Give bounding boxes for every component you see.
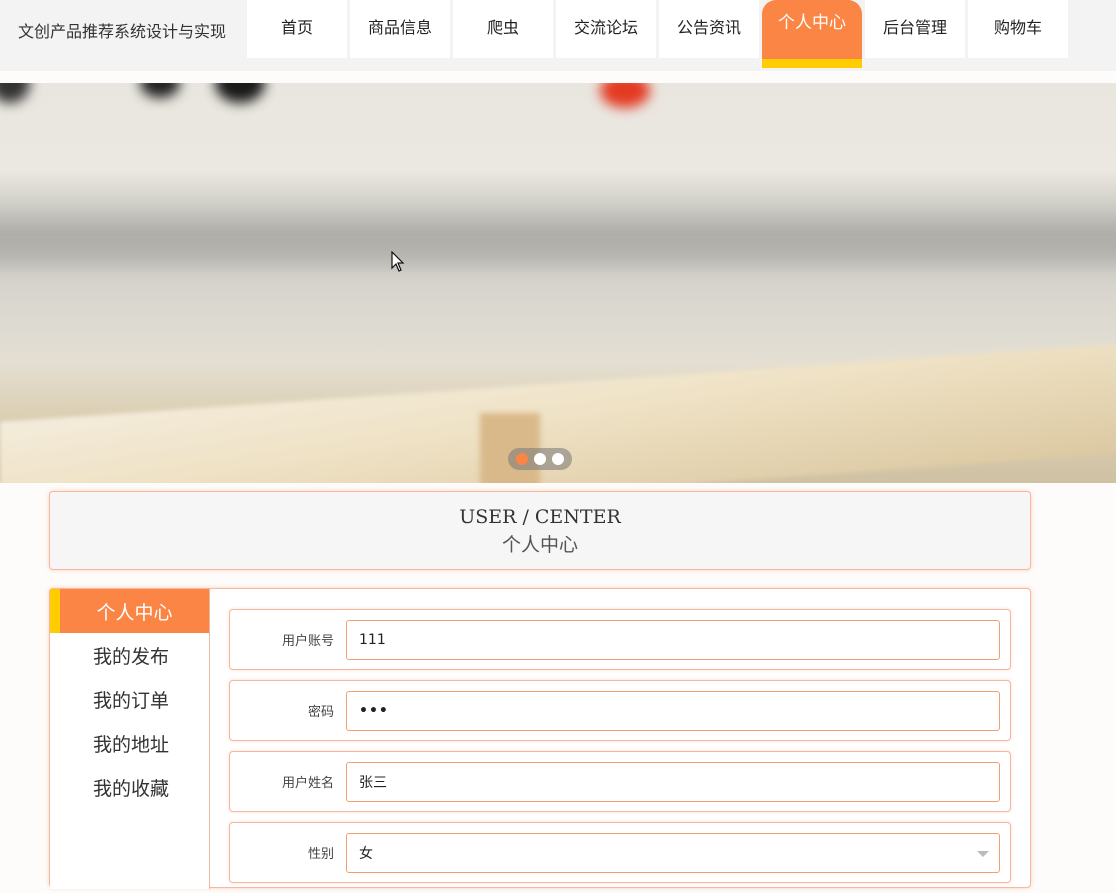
section-title-cn: 个人中心 — [501, 534, 578, 556]
sidebar-item-my-favorites[interactable]: 我的收藏 — [50, 765, 209, 809]
account-input[interactable]: 111 — [346, 620, 1000, 660]
chevron-down-icon — [977, 851, 989, 857]
sidebar-menu: 个人中心 我的发布 我的订单 我的地址 我的收藏 — [50, 589, 210, 889]
banner-carousel[interactable] — [0, 83, 1116, 483]
gender-label: 性别 — [307, 846, 334, 862]
nav-products[interactable]: 商品信息 — [350, 0, 450, 58]
password-input[interactable]: ••• — [346, 691, 1000, 731]
form-row-name: 用户姓名 张三 — [229, 751, 1011, 812]
banner-decoration — [0, 83, 30, 103]
nav-user-center[interactable]: 个人中心 — [762, 0, 862, 68]
banner-decoration — [215, 83, 265, 103]
carousel-dot-2[interactable] — [534, 453, 546, 465]
password-label: 密码 — [307, 704, 334, 720]
carousel-dots — [508, 448, 572, 470]
banner-decoration — [600, 83, 650, 108]
sidebar-item-my-posts[interactable]: 我的发布 — [50, 633, 209, 677]
sidebar-item-my-orders[interactable]: 我的订单 — [50, 677, 209, 721]
gender-select-value: 女 — [359, 846, 373, 862]
gender-select[interactable]: 女 — [346, 833, 1000, 873]
top-bar: 文创产品推荐系统设计与实现 首页 商品信息 爬虫 交流论坛 公告资讯 个人中心 … — [0, 0, 1116, 71]
nav-admin[interactable]: 后台管理 — [865, 0, 965, 58]
form-row-account: 用户账号 111 — [229, 609, 1011, 670]
mouse-cursor-icon — [391, 251, 405, 272]
name-label: 用户姓名 — [281, 775, 334, 791]
profile-form: 用户账号 111 密码 ••• 用户姓名 张三 性别 女 — [229, 609, 1011, 893]
sidebar-head[interactable]: 个人中心 — [50, 589, 209, 633]
nav-home[interactable]: 首页 — [247, 0, 347, 58]
nav-crawler[interactable]: 爬虫 — [453, 0, 553, 58]
nav-news[interactable]: 公告资讯 — [659, 0, 759, 58]
banner-shelf — [0, 223, 1116, 263]
name-input[interactable]: 张三 — [346, 762, 1000, 802]
section-header: USER / CENTER 个人中心 — [49, 491, 1031, 570]
form-row-password: 密码 ••• — [229, 680, 1011, 741]
account-label: 用户账号 — [281, 633, 334, 649]
sidebar-item-my-address[interactable]: 我的地址 — [50, 721, 209, 765]
banner-decoration — [140, 83, 180, 98]
section-title-en: USER / CENTER — [459, 506, 621, 528]
carousel-dot-1[interactable] — [516, 453, 528, 465]
carousel-dot-3[interactable] — [552, 453, 564, 465]
form-row-gender: 性别 女 — [229, 822, 1011, 883]
main-nav: 首页 商品信息 爬虫 交流论坛 公告资讯 个人中心 后台管理 购物车 — [247, 0, 1071, 68]
user-center-panel: 个人中心 我的发布 我的订单 我的地址 我的收藏 用户账号 111 密码 •••… — [49, 588, 1031, 889]
nav-forum[interactable]: 交流论坛 — [556, 0, 656, 58]
site-title: 文创产品推荐系统设计与实现 — [18, 22, 227, 41]
nav-cart[interactable]: 购物车 — [968, 0, 1068, 58]
